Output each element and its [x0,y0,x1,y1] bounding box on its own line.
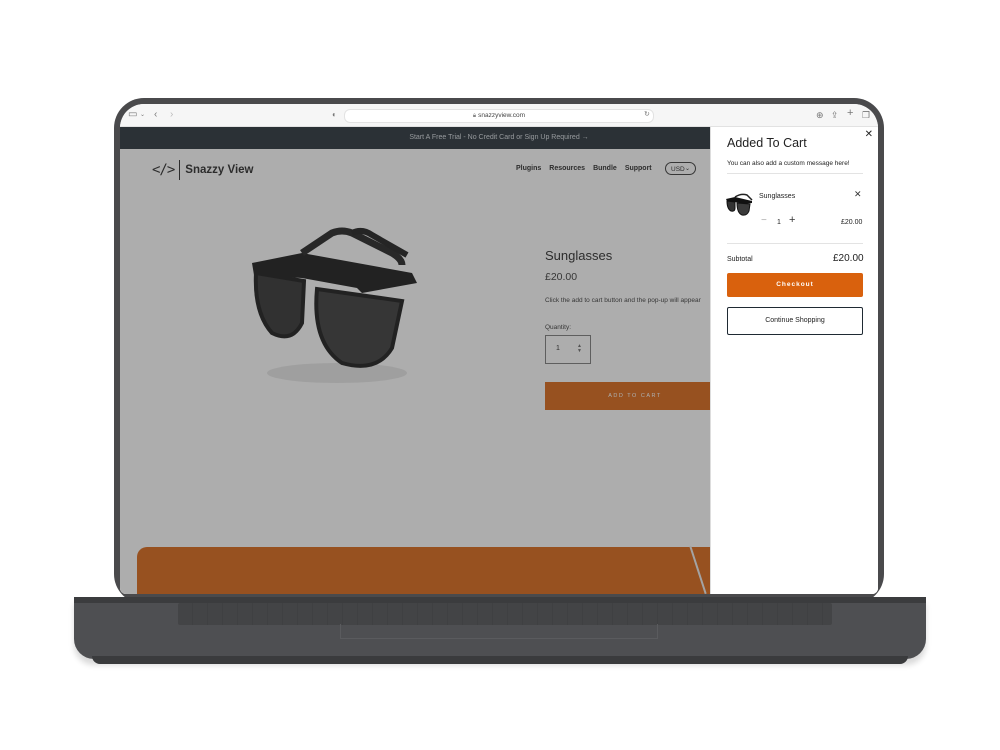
cart-item-name: Sunglasses [759,193,796,200]
subtotal-value: £20.00 [833,253,864,264]
minus-icon[interactable]: − [761,215,767,226]
checkout-button[interactable]: Checkout [727,273,863,297]
close-icon[interactable]: ✕ [865,129,873,140]
download-icon[interactable]: ⊕ [816,108,824,122]
shield-icon[interactable]: ◐ [332,108,337,122]
remove-item-icon[interactable]: ✕ [854,189,862,200]
reload-icon[interactable]: ↻ [644,108,650,122]
address-bar[interactable]: 🔒︎ snazzyview.com [344,109,654,123]
modal-overlay[interactable] [120,127,710,594]
chevron-right-icon[interactable]: › [170,108,173,122]
continue-shopping-button[interactable]: Continue Shopping [727,307,863,335]
cart-item-price: £20.00 [841,219,863,226]
subtotal-label: Subtotal [727,256,753,263]
cart-title: Added To Cart [727,136,807,150]
laptop-feet [92,656,908,664]
divider [727,243,863,244]
chevron-down-icon[interactable]: ⌄ [140,108,145,122]
chevron-left-icon[interactable]: ‹ [154,108,157,122]
share-icon[interactable]: ⇪ [831,108,839,122]
cart-message: You can also add a custom message here! [727,160,850,167]
url-text: snazzyview.com [478,112,526,119]
browser-toolbar: ▭ ⌄ ‹ › ◐ 🔒︎ snazzyview.com ↻ ⊕ ⇪ + ❐ [120,104,878,127]
plus-icon[interactable]: + [847,106,853,120]
cart-item-quantity: 1 [777,219,781,226]
laptop-keyboard-base [74,597,926,659]
divider [727,173,863,174]
plus-icon[interactable]: + [789,214,795,226]
website: Start A Free Trial - No Credit Card or S… [120,127,878,594]
keyboard-keys [178,603,832,625]
cart-drawer: ✕ Added To Cart You can also add a custo… [710,127,878,594]
lock-icon: 🔒︎ [472,113,477,119]
tabs-icon[interactable]: ❐ [862,108,870,122]
sidebar-icon[interactable]: ▭ [128,108,137,122]
cart-item-thumbnail [726,193,753,216]
laptop-screen: ▭ ⌄ ‹ › ◐ 🔒︎ snazzyview.com ↻ ⊕ ⇪ + ❐ Sta… [120,104,878,594]
trackpad [340,624,658,639]
